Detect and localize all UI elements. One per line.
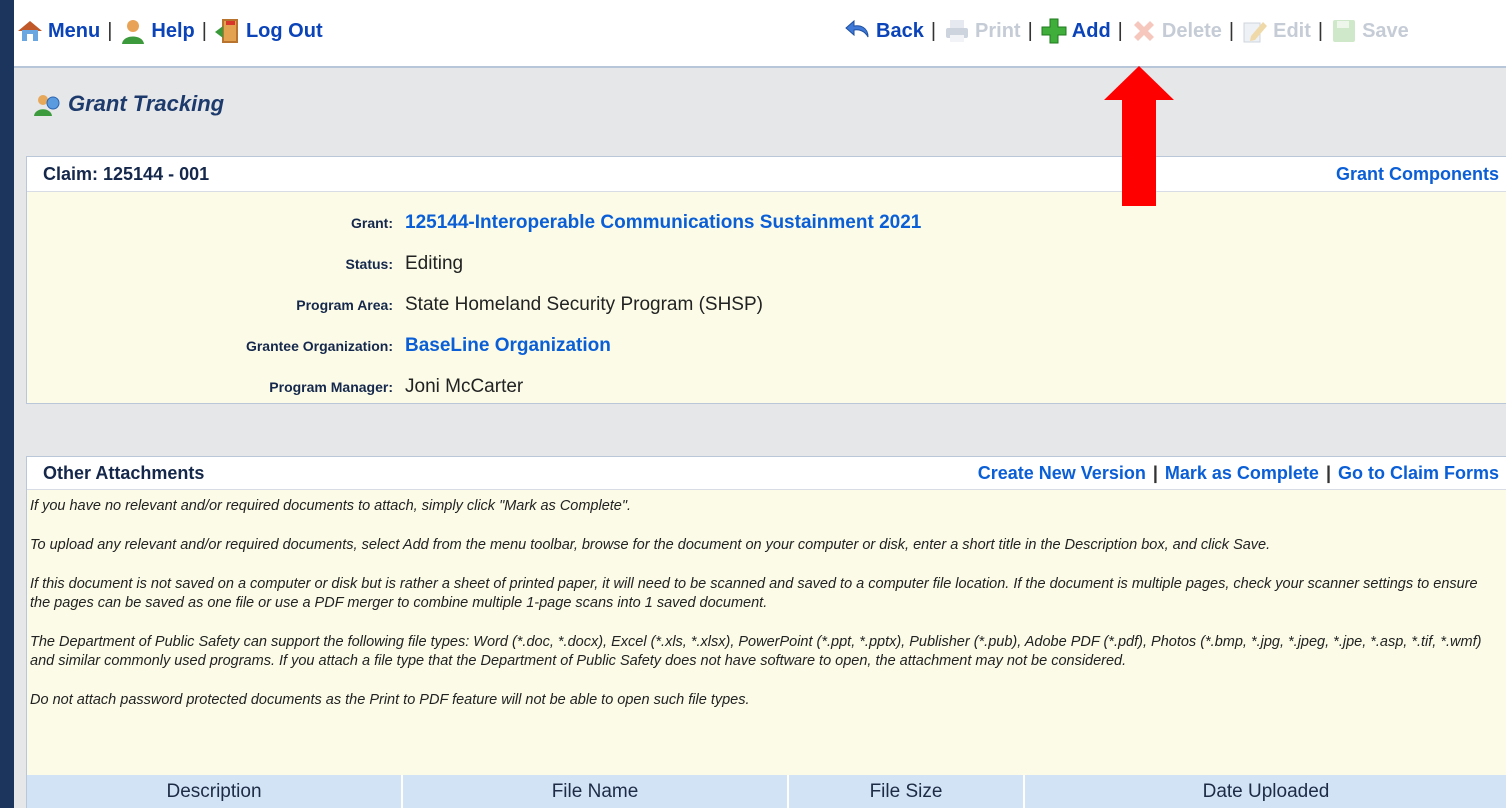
column-header-file-name[interactable]: File Name (403, 775, 789, 808)
printer-icon (946, 20, 969, 42)
back-label: Back (876, 19, 924, 42)
attachments-table-header: Description File Name File Size Date Upl… (27, 775, 1506, 808)
instruction-text: Do not attach password protected documen… (30, 692, 750, 708)
toolbar: Menu | Help | Log Out Back | Print | Add… (14, 0, 1506, 68)
go-to-claim-forms-link[interactable]: Go to Claim Forms (1338, 463, 1499, 484)
program-area-row: Program Area: State Homeland Security Pr… (27, 284, 1506, 325)
toolbar-separator: | (1317, 19, 1324, 42)
toolbar-separator: | (107, 19, 113, 42)
home-icon (18, 21, 42, 41)
print-button[interactable]: Print (943, 17, 1021, 45)
claim-fields: Grant: 125144-Interoperable Communicatio… (27, 192, 1506, 407)
column-header-date-uploaded[interactable]: Date Uploaded (1025, 775, 1506, 808)
claim-panel: Claim: 125144 - 001 Grant Components Gra… (26, 156, 1506, 404)
print-label: Print (975, 19, 1021, 42)
delete-button[interactable]: Delete (1130, 17, 1222, 45)
person-help-icon (122, 20, 145, 44)
green-plus-icon (1041, 18, 1067, 44)
app-frame: Menu | Help | Log Out Back | Print | Add… (14, 0, 1506, 808)
grantee-organization-row: Grantee Organization: BaseLine Organizat… (27, 325, 1506, 366)
save-label: Save (1362, 19, 1409, 42)
claim-panel-header: Claim: 125144 - 001 Grant Components (27, 157, 1506, 192)
instruction-text: If you have no relevant and/or required … (30, 498, 632, 514)
edit-label: Edit (1273, 19, 1311, 42)
claim-number: Claim: 125144 - 001 (43, 163, 210, 184)
exit-door-icon (214, 19, 238, 43)
status-row: Status: Editing (27, 243, 1506, 284)
grant-tracking-icon (34, 95, 60, 116)
instructions: If you have no relevant and/or required … (27, 490, 1506, 710)
menu-label: Menu (48, 19, 101, 42)
grantee-organization-label: Grantee Organization: (245, 337, 393, 354)
create-new-version-link[interactable]: Create New Version (978, 463, 1146, 484)
column-header-file-size[interactable]: File Size (789, 775, 1025, 808)
page-title: Grant Tracking (32, 90, 224, 118)
status-value: Editing (405, 252, 464, 274)
program-manager-row: Program Manager: Joni McCarter (27, 366, 1506, 407)
toolbar-separator: | (1027, 19, 1033, 42)
menu-button[interactable]: Menu (16, 17, 100, 45)
save-button[interactable]: Save (1330, 17, 1409, 45)
instruction-text: To upload any relevant and/or required d… (30, 537, 1271, 553)
grant-components-link[interactable]: Grant Components (1336, 164, 1499, 185)
help-button[interactable]: Help (119, 17, 195, 45)
page-title-text: Grant Tracking (68, 91, 225, 116)
add-label: Add (1071, 19, 1111, 42)
link-separator: | (1325, 462, 1331, 483)
annotation-arrow-icon (1104, 66, 1174, 206)
other-attachments-panel: Other Attachments Create New Version | M… (26, 456, 1506, 808)
back-button[interactable]: Back (844, 17, 924, 45)
toolbar-separator: | (1228, 19, 1235, 42)
toolbar-separator: | (930, 19, 937, 42)
instruction-text: If this document is not saved on a compu… (30, 576, 1478, 611)
toolbar-separator: | (201, 19, 207, 42)
mark-as-complete-link[interactable]: Mark as Complete (1165, 463, 1319, 484)
back-arrow-icon (845, 19, 869, 38)
attachments-actions: Create New Version | Mark as Complete | … (978, 463, 1499, 484)
program-manager-value: Joni McCarter (405, 375, 524, 397)
instruction-text: The Department of Public Safety can supp… (30, 634, 1482, 669)
link-separator: | (1152, 462, 1158, 483)
delete-x-icon (1133, 21, 1154, 41)
grant-label: Grant: (351, 214, 393, 231)
logout-label: Log Out (245, 19, 323, 42)
floppy-disk-icon (1333, 20, 1356, 42)
attachments-panel-header: Other Attachments Create New Version | M… (27, 457, 1506, 490)
grantee-organization-link[interactable]: BaseLine Organization (405, 335, 611, 357)
toolbar-separator: | (1117, 19, 1123, 42)
toolbar-right: Back | Print | Add | Delete | Edit | Sav… (844, 17, 1409, 45)
toolbar-left: Menu | Help | Log Out (16, 17, 323, 45)
grant-row: Grant: 125144-Interoperable Communicatio… (27, 202, 1506, 243)
add-button[interactable]: Add (1040, 17, 1111, 45)
program-area-label: Program Area: (296, 296, 393, 313)
program-area-value: State Homeland Security Program (SHSP) (405, 293, 763, 315)
program-manager-label: Program Manager: (269, 378, 393, 395)
grant-link[interactable]: 125144-Interoperable Communications Sust… (405, 212, 921, 234)
edit-button[interactable]: Edit (1241, 17, 1311, 45)
status-label: Status: (345, 255, 393, 272)
column-header-description[interactable]: Description (27, 775, 403, 808)
help-label: Help (151, 19, 195, 42)
delete-label: Delete (1161, 19, 1222, 42)
attachments-title: Other Attachments (43, 462, 205, 483)
logout-button[interactable]: Log Out (214, 17, 323, 45)
edit-pencil-icon (1243, 22, 1268, 43)
